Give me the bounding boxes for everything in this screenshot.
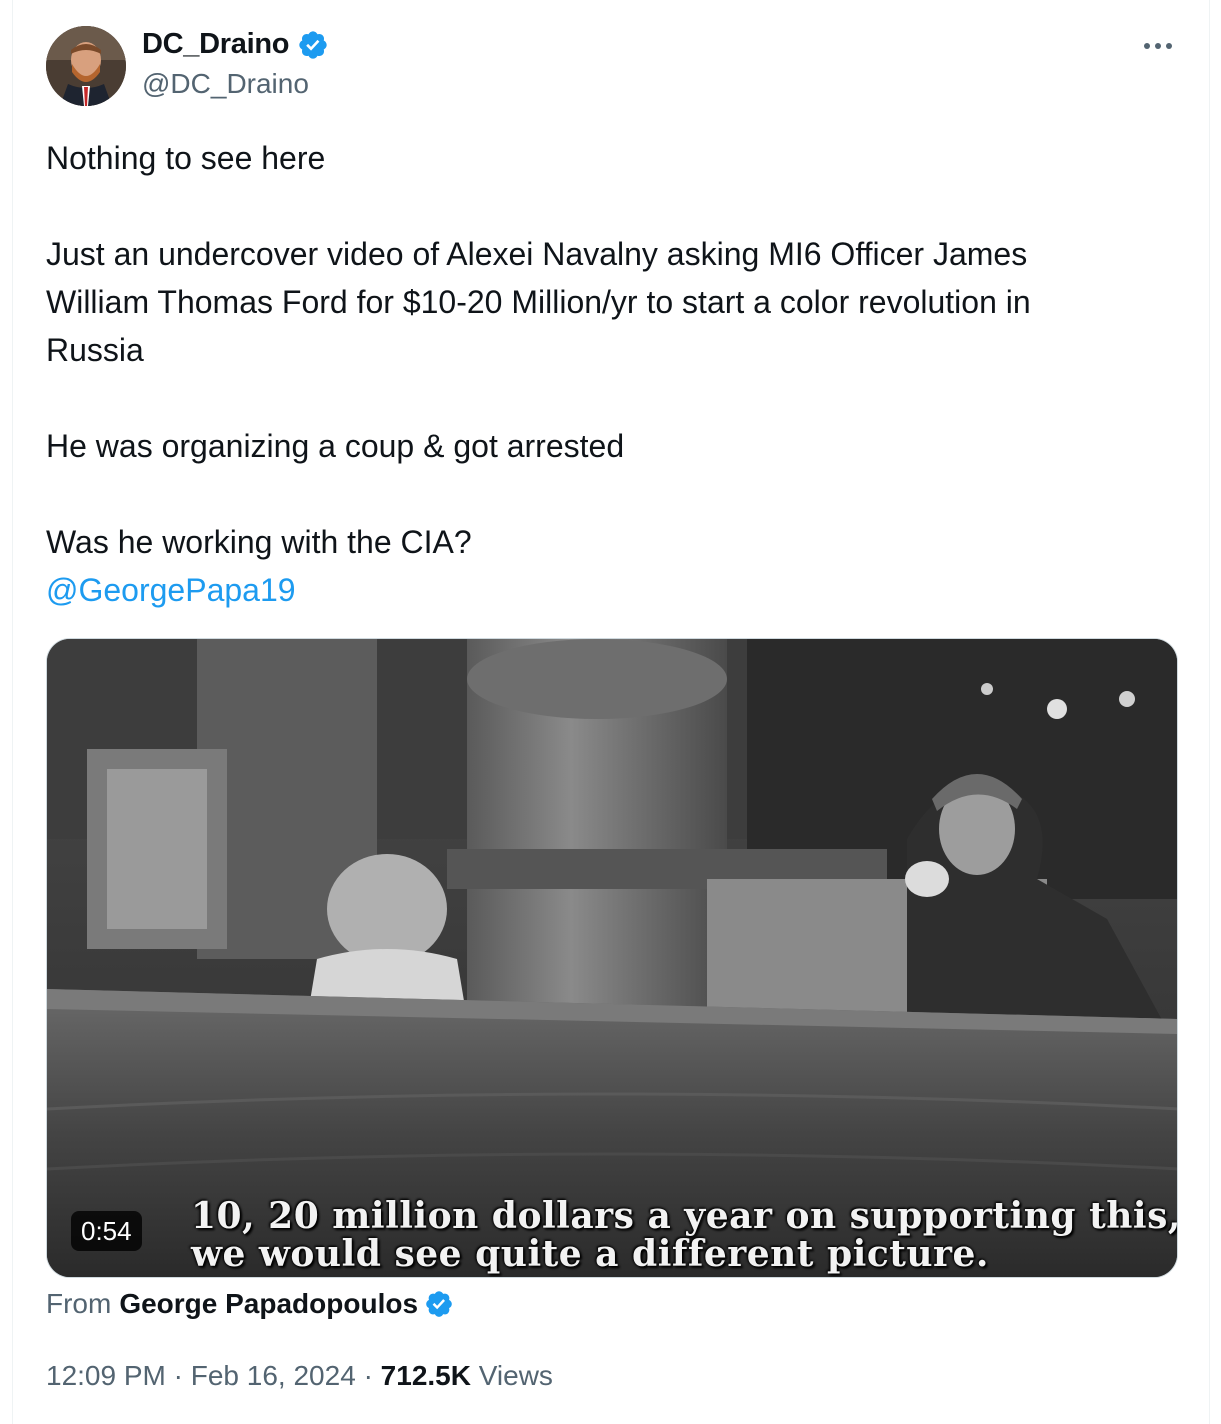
- tweet-meta: 12:09 PM · Feb 16, 2024 · 712.5K Views: [46, 1360, 553, 1392]
- views-count: 712.5K: [380, 1360, 471, 1391]
- verified-badge-icon: [424, 1289, 454, 1319]
- author-name[interactable]: DC_Draino: [142, 28, 289, 61]
- author-name-row[interactable]: DC_Draino: [142, 28, 329, 61]
- tweet-date[interactable]: Feb 16, 2024: [191, 1360, 356, 1391]
- tweet-text-line: Nothing to see here: [46, 140, 326, 176]
- tweet-text-line: Was he working with the CIA?: [46, 524, 472, 560]
- tweet-text-line: Just an undercover video of Alexei Naval…: [46, 236, 1028, 272]
- tweet-text-line: William Thomas Ford for $10-20 Million/y…: [46, 284, 1031, 320]
- verified-badge-icon: [297, 29, 329, 61]
- avatar[interactable]: [46, 26, 126, 106]
- video-subtitle-line: we would see quite a different picture.: [191, 1233, 989, 1275]
- tweet-text-line: Russia: [46, 332, 144, 368]
- tweet-text-line: He was organizing a coup & got arrested: [46, 428, 625, 464]
- source-author-link[interactable]: George Papadopoulos: [119, 1288, 418, 1320]
- video-duration-badge: 0:54: [71, 1211, 142, 1251]
- views-label: Views: [478, 1360, 553, 1391]
- video-attribution: From George Papadopoulos: [46, 1288, 454, 1320]
- more-options-icon[interactable]: [1140, 30, 1176, 62]
- from-label: From: [46, 1288, 112, 1319]
- meta-separator: ·: [173, 1360, 183, 1391]
- mention-link[interactable]: @GeorgePapa19: [46, 566, 296, 614]
- meta-separator: ·: [363, 1360, 373, 1391]
- video-player[interactable]: 10, 20 million dollars a year on support…: [46, 638, 1178, 1278]
- video-frame: [47, 639, 1177, 1277]
- tweet-time[interactable]: 12:09 PM: [46, 1360, 166, 1391]
- video-subtitle-line: 10, 20 million dollars a year on support…: [191, 1195, 1178, 1237]
- author-handle[interactable]: @DC_Draino: [142, 68, 309, 100]
